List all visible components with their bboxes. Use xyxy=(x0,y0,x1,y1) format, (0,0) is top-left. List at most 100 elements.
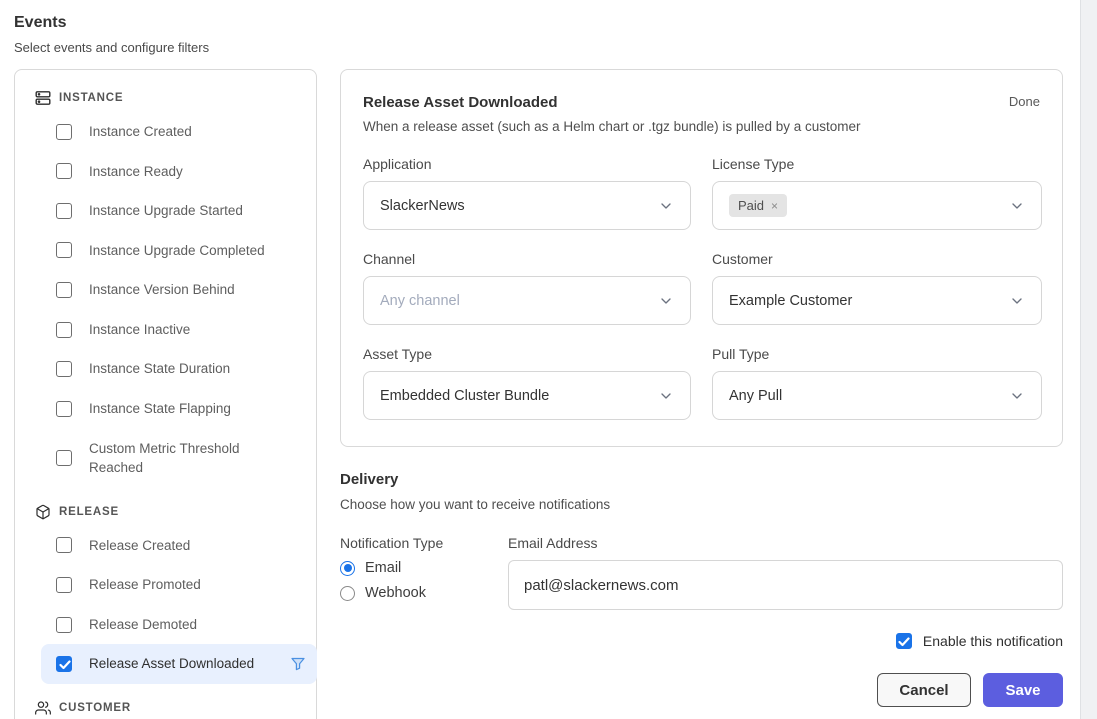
sidebar-item-release-promoted[interactable]: Release Promoted xyxy=(41,565,317,605)
sidebar-item-instance-upgrade-completed[interactable]: Instance Upgrade Completed xyxy=(41,231,317,271)
item-label: Instance State Flapping xyxy=(89,399,293,419)
channel-select[interactable]: Any channel xyxy=(363,276,691,325)
sidebar-item-instance-version-behind[interactable]: Instance Version Behind xyxy=(41,270,317,310)
customer-label: Customer xyxy=(712,251,1042,267)
sidebar-item-release-demoted[interactable]: Release Demoted xyxy=(41,605,317,645)
radio-email[interactable] xyxy=(340,561,355,576)
checkbox-unchecked[interactable] xyxy=(56,163,72,179)
chevron-down-icon xyxy=(658,388,674,404)
item-label: Instance Created xyxy=(89,122,293,142)
scrollbar-track[interactable] xyxy=(1080,0,1097,719)
page-subtitle: Select events and configure filters xyxy=(14,40,209,55)
cancel-button[interactable]: Cancel xyxy=(877,673,971,707)
sidebar-item-release-created[interactable]: Release Created xyxy=(41,526,317,566)
server-icon xyxy=(35,90,51,106)
filter-card-description: When a release asset (such as a Helm cha… xyxy=(363,119,1040,134)
checkbox-unchecked[interactable] xyxy=(56,617,72,633)
filter-card-title: Release Asset Downloaded xyxy=(363,94,558,111)
radio-option-email[interactable]: Email xyxy=(340,560,508,576)
chevron-down-icon xyxy=(658,293,674,309)
filter-icon[interactable] xyxy=(291,657,305,671)
asset-type-value: Embedded Cluster Bundle xyxy=(380,388,658,404)
checkbox-unchecked[interactable] xyxy=(56,537,72,553)
sidebar-item-instance-state-flapping[interactable]: Instance State Flapping xyxy=(41,389,317,429)
customer-select[interactable]: Example Customer xyxy=(712,276,1042,325)
pull-type-field-group: Pull Type Any Pull xyxy=(712,346,1042,420)
events-page: Events Select events and configure filte… xyxy=(0,0,1097,719)
pull-type-value: Any Pull xyxy=(729,388,1009,404)
item-label: Release Demoted xyxy=(89,615,293,635)
sidebar-item-instance-created[interactable]: Instance Created xyxy=(41,112,317,152)
events-sidebar: INSTANCE Instance Created Instance Ready… xyxy=(14,69,317,719)
users-icon xyxy=(35,700,51,716)
item-label: Instance Version Behind xyxy=(89,280,293,300)
notification-type-group: Notification Type Email Webhook xyxy=(340,535,508,610)
email-address-label: Email Address xyxy=(508,535,1063,551)
chevron-down-icon xyxy=(1009,198,1025,214)
asset-type-label: Asset Type xyxy=(363,346,691,362)
license-type-label: License Type xyxy=(712,156,1042,172)
delivery-subtitle: Choose how you want to receive notificat… xyxy=(340,497,1063,512)
checkbox-unchecked[interactable] xyxy=(56,450,72,466)
enable-notification-checkbox[interactable] xyxy=(896,633,912,649)
section-release: RELEASE xyxy=(15,504,316,520)
checkbox-unchecked[interactable] xyxy=(56,203,72,219)
license-type-field-group: License Type Paid × xyxy=(712,156,1042,230)
asset-type-select[interactable]: Embedded Cluster Bundle xyxy=(363,371,691,420)
section-label: RELEASE xyxy=(59,506,119,518)
radio-webhook[interactable] xyxy=(340,586,355,601)
item-label: Instance Upgrade Started xyxy=(89,201,293,221)
radio-option-webhook[interactable]: Webhook xyxy=(340,585,508,601)
customer-field-group: Customer Example Customer xyxy=(712,251,1042,325)
save-button[interactable]: Save xyxy=(983,673,1063,707)
sidebar-item-custom-metric-threshold[interactable]: Custom Metric Threshold Reached xyxy=(41,429,317,488)
application-label: Application xyxy=(363,156,691,172)
package-icon xyxy=(35,504,51,520)
pull-type-select[interactable]: Any Pull xyxy=(712,371,1042,420)
done-link[interactable]: Done xyxy=(1009,94,1040,109)
checkbox-unchecked[interactable] xyxy=(56,577,72,593)
sidebar-item-instance-inactive[interactable]: Instance Inactive xyxy=(41,310,317,350)
item-label: Instance State Duration xyxy=(89,359,293,379)
sidebar-item-release-asset-downloaded[interactable]: Release Asset Downloaded xyxy=(41,644,317,684)
sidebar-item-instance-state-duration[interactable]: Instance State Duration xyxy=(41,349,317,389)
sidebar-item-instance-upgrade-started[interactable]: Instance Upgrade Started xyxy=(41,191,317,231)
checkbox-unchecked[interactable] xyxy=(56,361,72,377)
delivery-section: Delivery Choose how you want to receive … xyxy=(340,471,1063,610)
item-label: Instance Upgrade Completed xyxy=(89,241,293,261)
item-label: Instance Ready xyxy=(89,162,293,182)
tag-label: Paid xyxy=(738,198,764,213)
radio-webhook-label: Webhook xyxy=(365,585,426,601)
channel-field-group: Channel Any channel xyxy=(363,251,691,325)
action-buttons: Cancel Save xyxy=(340,673,1063,707)
license-type-select[interactable]: Paid × xyxy=(712,181,1042,230)
chevron-down-icon xyxy=(1009,293,1025,309)
page-title: Events xyxy=(14,14,209,32)
chevron-down-icon xyxy=(1009,388,1025,404)
checkbox-unchecked[interactable] xyxy=(56,282,72,298)
page-header: Events Select events and configure filte… xyxy=(14,14,209,55)
checkbox-checked[interactable] xyxy=(56,656,72,672)
filter-config-card: Release Asset Downloaded Done When a rel… xyxy=(340,69,1063,447)
email-address-input[interactable] xyxy=(508,560,1063,610)
customer-value: Example Customer xyxy=(729,293,1009,309)
channel-label: Channel xyxy=(363,251,691,267)
checkbox-unchecked[interactable] xyxy=(56,322,72,338)
sidebar-item-instance-ready[interactable]: Instance Ready xyxy=(41,152,317,192)
section-instance: INSTANCE xyxy=(15,90,316,106)
checkbox-unchecked[interactable] xyxy=(56,242,72,258)
item-label: Instance Inactive xyxy=(89,320,293,340)
chevron-down-icon xyxy=(658,198,674,214)
paid-tag: Paid × xyxy=(729,194,787,217)
checkbox-unchecked[interactable] xyxy=(56,124,72,140)
section-label: INSTANCE xyxy=(59,92,123,104)
enable-notification-row: Enable this notification xyxy=(340,633,1063,649)
release-items: Release Created Release Promoted Release… xyxy=(41,526,317,684)
section-label: CUSTOMER xyxy=(59,702,131,714)
application-select[interactable]: SlackerNews xyxy=(363,181,691,230)
item-label: Custom Metric Threshold Reached xyxy=(89,439,293,478)
remove-tag-icon[interactable]: × xyxy=(771,199,778,213)
checkbox-unchecked[interactable] xyxy=(56,401,72,417)
item-label: Release Asset Downloaded xyxy=(89,654,274,674)
delivery-title: Delivery xyxy=(340,471,1063,488)
